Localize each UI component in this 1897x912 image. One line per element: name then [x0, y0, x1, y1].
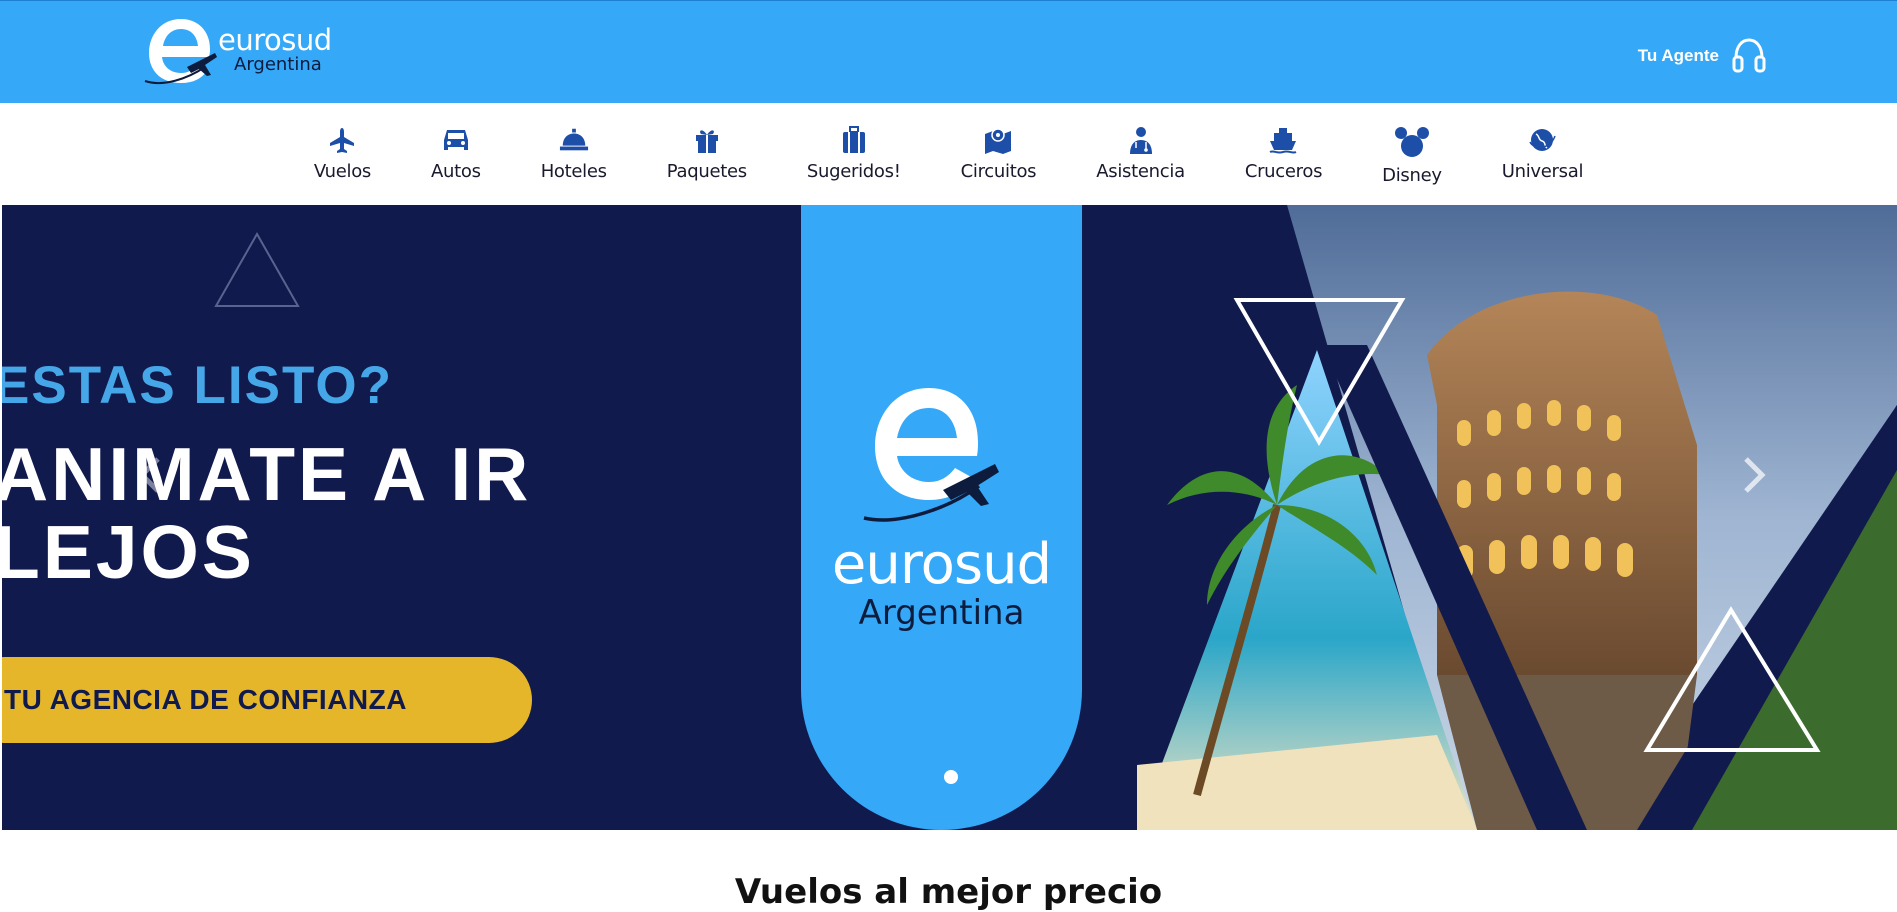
brand-name: eurosud	[218, 23, 332, 57]
hero-triangle-outline	[214, 231, 300, 307]
headset-icon	[1732, 38, 1766, 73]
suitcase-icon	[839, 125, 869, 155]
nav-item-autos[interactable]: Autos	[431, 103, 481, 182]
chevron-left-icon	[138, 457, 160, 493]
band-logo-e-icon	[863, 388, 999, 522]
nav-label: Hoteles	[540, 161, 607, 182]
nav-item-circuitos[interactable]: Circuitos	[961, 103, 1037, 182]
hero-question: ESTAS LISTO?	[2, 356, 393, 415]
section-title: Vuelos al mejor precio	[734, 872, 1163, 912]
carousel-indicator-dot[interactable]	[944, 770, 958, 784]
brand-subtitle: Argentina	[234, 54, 322, 75]
car-icon	[441, 125, 471, 155]
hero-tagline-pill: TU AGENCIA DE CONFIANZA	[2, 657, 532, 743]
brand-logo[interactable]: eurosud Argentina	[143, 13, 333, 93]
site-header: eurosud Argentina Tu Agente	[0, 0, 1897, 103]
nav-item-paquetes[interactable]: Paquetes	[667, 103, 747, 182]
nav-label: Autos	[431, 161, 481, 182]
chevron-right-icon	[1744, 457, 1766, 493]
carousel-prev-button[interactable]	[130, 445, 170, 505]
nav-label: Circuitos	[960, 161, 1037, 182]
nav-item-sugeridos[interactable]: Sugeridos!	[807, 103, 901, 182]
nav-label: Asistencia	[1096, 161, 1185, 182]
carousel-next-button[interactable]	[1734, 445, 1774, 505]
main-nav: Vuelos Autos Hoteles Paquetes Sugeridos!…	[0, 103, 1897, 205]
hero-brand-band: eurosud Argentina	[801, 205, 1082, 830]
band-brand-subtitle: Argentina	[858, 593, 1025, 633]
doctor-icon	[1126, 125, 1156, 155]
nav-label: Cruceros	[1244, 161, 1323, 182]
nav-label: Disney	[1382, 165, 1442, 186]
nav-label: Universal	[1501, 161, 1584, 182]
nav-item-hoteles[interactable]: Hoteles	[541, 103, 607, 182]
band-brand-name: eurosud	[831, 532, 1052, 597]
nav-label: Paquetes	[666, 161, 747, 182]
hero-carousel: ESTAS LISTO? ANIMATE A IR LEJOS TU AGENC…	[2, 205, 1897, 830]
nav-item-cruceros[interactable]: Cruceros	[1245, 103, 1322, 182]
globe-icon	[1527, 125, 1557, 155]
logo-e-icon	[144, 19, 217, 85]
bell-icon	[559, 125, 589, 155]
hero-headline: ANIMATE A IR LEJOS	[2, 432, 532, 594]
hero-destination-image	[1137, 205, 1897, 830]
nav-item-asistencia[interactable]: Asistencia	[1096, 103, 1185, 182]
nav-item-vuelos[interactable]: Vuelos	[314, 103, 371, 182]
agent-link[interactable]: Tu Agente	[1638, 36, 1767, 76]
gift-icon	[692, 125, 722, 155]
plane-icon	[327, 125, 357, 155]
agent-label: Tu Agente	[1637, 46, 1719, 65]
nav-label: Vuelos	[313, 161, 372, 182]
ship-icon	[1268, 125, 1298, 155]
map-icon	[983, 125, 1013, 155]
mickey-icon	[1394, 125, 1429, 159]
nav-item-disney[interactable]: Disney	[1382, 103, 1442, 186]
nav-label: Sugeridos!	[806, 161, 901, 182]
nav-item-universal[interactable]: Universal	[1502, 103, 1583, 182]
